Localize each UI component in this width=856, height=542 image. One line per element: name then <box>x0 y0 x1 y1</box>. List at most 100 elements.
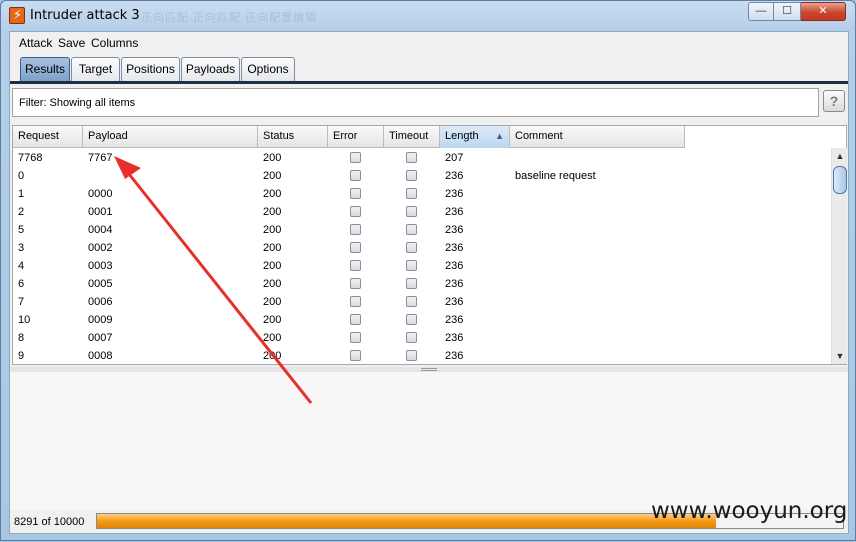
table-header: Request Payload Status Error Timeout Len… <box>13 126 685 148</box>
scrollbar-thumb[interactable] <box>833 166 847 194</box>
cell-status: 200 <box>263 170 282 182</box>
progress-count: 8291 of 10000 <box>14 516 85 528</box>
cell-request: 7 <box>18 296 25 308</box>
tab-options[interactable]: Options <box>241 57 295 81</box>
cell-request: 7768 <box>18 152 43 164</box>
error-checkbox[interactable] <box>350 206 361 217</box>
minimize-button[interactable]: — <box>748 2 774 21</box>
cell-payload: 0003 <box>88 260 113 272</box>
cell-request: 6 <box>18 278 25 290</box>
table-row[interactable]: 3 0002 200 236 <box>13 239 685 257</box>
table-row[interactable]: 1 0000 200 236 <box>13 185 685 203</box>
results-table: Request Payload Status Error Timeout Len… <box>12 125 847 365</box>
filter-text: Filter: Showing all items <box>19 97 136 109</box>
menu-columns[interactable]: Columns <box>91 36 138 50</box>
timeout-checkbox[interactable] <box>406 224 417 235</box>
tab-results[interactable]: Results <box>20 57 70 81</box>
cell-length: 236 <box>445 332 464 344</box>
cell-length: 236 <box>445 296 464 308</box>
cell-length: 236 <box>445 242 464 254</box>
cell-comment <box>510 203 515 221</box>
column-header-timeout[interactable]: Timeout <box>384 126 440 148</box>
timeout-checkbox[interactable] <box>406 314 417 325</box>
vertical-scrollbar[interactable]: ▲ ▼ <box>831 148 847 364</box>
cell-length: 236 <box>445 260 464 272</box>
column-header-error[interactable]: Error <box>328 126 384 148</box>
close-button[interactable]: ✕ <box>801 2 846 21</box>
cell-length: 236 <box>445 188 464 200</box>
table-row[interactable]: 7768 7767 200 207 <box>13 149 685 167</box>
error-checkbox[interactable] <box>350 260 361 271</box>
timeout-checkbox[interactable] <box>406 152 417 163</box>
cell-comment <box>510 185 515 203</box>
table-row[interactable]: 0 200 236 baseline request <box>13 167 685 185</box>
error-checkbox[interactable] <box>350 296 361 307</box>
cell-status: 200 <box>263 188 282 200</box>
table-row[interactable]: 4 0003 200 236 <box>13 257 685 275</box>
scroll-down-icon[interactable]: ▼ <box>833 348 847 364</box>
table-row[interactable]: 9 0008 200 236 <box>13 347 685 365</box>
column-header-payload[interactable]: Payload <box>83 126 258 148</box>
table-row[interactable]: 5 0004 200 236 <box>13 221 685 239</box>
column-header-length[interactable]: Length ▲ <box>440 126 510 148</box>
table-row[interactable]: 2 0001 200 236 <box>13 203 685 221</box>
table-row[interactable]: 6 0005 200 236 <box>13 275 685 293</box>
timeout-checkbox[interactable] <box>406 296 417 307</box>
error-checkbox[interactable] <box>350 332 361 343</box>
window-title: Intruder attack 3 <box>30 8 140 23</box>
error-checkbox[interactable] <box>350 278 361 289</box>
menu-save[interactable]: Save <box>58 36 85 50</box>
timeout-checkbox[interactable] <box>406 260 417 271</box>
column-header-request[interactable]: Request <box>13 126 83 148</box>
scroll-up-icon[interactable]: ▲ <box>833 148 847 164</box>
table-row[interactable]: 10 0009 200 236 <box>13 311 685 329</box>
menu-attack[interactable]: Attack <box>19 36 52 50</box>
column-header-status[interactable]: Status <box>258 126 328 148</box>
cell-comment <box>510 221 515 239</box>
error-checkbox[interactable] <box>350 152 361 163</box>
cell-status: 200 <box>263 278 282 290</box>
cell-status: 200 <box>263 350 282 362</box>
cell-comment <box>510 347 515 365</box>
error-checkbox[interactable] <box>350 188 361 199</box>
error-checkbox[interactable] <box>350 170 361 181</box>
timeout-checkbox[interactable] <box>406 206 417 217</box>
timeout-checkbox[interactable] <box>406 170 417 181</box>
table-row[interactable]: 7 0006 200 236 <box>13 293 685 311</box>
cell-request: 10 <box>18 314 31 326</box>
maximize-button[interactable]: ☐ <box>774 2 801 21</box>
tab-target[interactable]: Target <box>71 57 120 81</box>
cell-status: 200 <box>263 152 282 164</box>
splitter-grip-icon[interactable] <box>421 368 437 371</box>
timeout-checkbox[interactable] <box>406 332 417 343</box>
progress-fill <box>97 514 716 528</box>
cell-payload: 0007 <box>88 332 113 344</box>
column-header-length-label: Length <box>445 130 479 142</box>
help-button[interactable]: ? <box>823 90 845 112</box>
cell-status: 200 <box>263 206 282 218</box>
cell-request: 1 <box>18 188 25 200</box>
cell-payload <box>83 167 88 185</box>
burp-app-icon: ⚡ <box>9 7 25 24</box>
cell-payload: 0004 <box>88 224 113 236</box>
timeout-checkbox[interactable] <box>406 278 417 289</box>
timeout-checkbox[interactable] <box>406 350 417 361</box>
timeout-checkbox[interactable] <box>406 188 417 199</box>
error-checkbox[interactable] <box>350 314 361 325</box>
cell-comment <box>510 149 515 167</box>
cell-length: 236 <box>445 350 464 362</box>
error-checkbox[interactable] <box>350 242 361 253</box>
table-row[interactable]: 8 0007 200 236 <box>13 329 685 347</box>
window-client-area: Attack Save Columns Results Target Posit… <box>9 31 849 534</box>
title-bar[interactable]: ⚡ Intruder attack 3 正向匹配 正向匹配 正向配置编辑 — ☐… <box>1 1 855 31</box>
cell-status: 200 <box>263 332 282 344</box>
error-checkbox[interactable] <box>350 350 361 361</box>
error-checkbox[interactable] <box>350 224 361 235</box>
filter-bar[interactable]: Filter: Showing all items <box>12 88 819 117</box>
timeout-checkbox[interactable] <box>406 242 417 253</box>
cell-payload: 7767 <box>88 152 113 164</box>
column-header-comment[interactable]: Comment <box>510 126 685 148</box>
tab-positions[interactable]: Positions <box>121 57 180 81</box>
cell-payload: 0001 <box>88 206 113 218</box>
tab-payloads[interactable]: Payloads <box>181 57 240 81</box>
